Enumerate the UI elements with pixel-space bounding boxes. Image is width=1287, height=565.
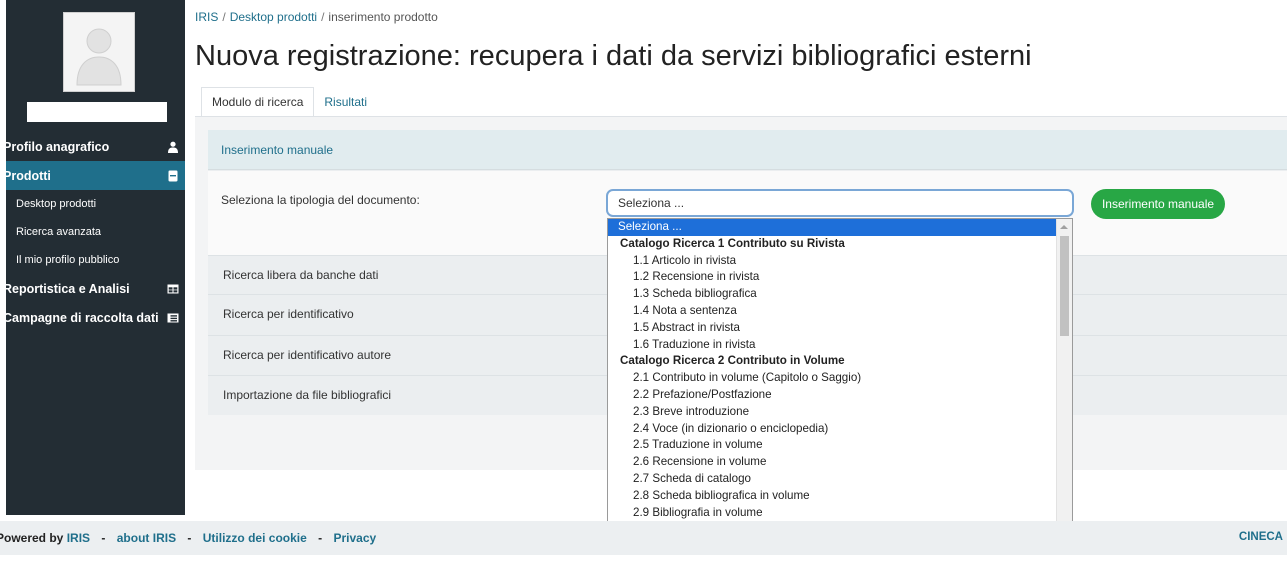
sidebar-item-prodotti[interactable]: Prodotti [3,161,185,190]
dropdown-option[interactable]: 2.1 Contributo in volume (Capitolo o Sag… [608,370,1057,387]
dropdown-option[interactable]: 2.6 Recensione in volume [608,454,1057,471]
footer-link-about-iris[interactable]: about IRIS [117,531,176,545]
sidebar-item-campagne[interactable]: Campagne di raccolta dati [3,303,185,332]
sidebar: Profilo anagrafico Prodotti Desktop prod… [3,0,185,515]
dropdown-scrollbar[interactable] [1056,219,1072,553]
dropdown-optgroup: Catalogo Ricerca 2 Contributo in Volume [620,354,845,368]
dropdown-options: Seleziona ... Catalogo Ricerca 1 Contribu… [608,219,1057,553]
sidebar-item-label: Profilo anagrafico [3,139,110,154]
document-type-label: Seleziona la tipologia del documento: [221,193,420,207]
footer-powered-by: Powered by [0,531,64,545]
tab-bar: Modulo di ricerca Risultati [201,87,377,117]
dropdown-option[interactable]: 2.2 Prefazione/Postfazione [608,387,1057,404]
sidebar-nav: Profilo anagrafico Prodotti Desktop prod… [3,132,185,332]
dropdown-option[interactable]: 2.4 Voce (in dizionario o enciclopedia) [608,421,1057,438]
breadcrumb-separator: / [222,10,226,24]
footer-link-iris[interactable]: IRIS [67,531,90,545]
dropdown-option[interactable]: 2.7 Scheda di catalogo [608,471,1057,488]
card-header-inserimento-manuale[interactable]: Inserimento manuale [208,130,1287,170]
sidebar-subitem-desktop-prodotti[interactable]: Desktop prodotti [6,190,185,218]
book-icon [168,170,178,182]
username-box [27,102,167,122]
manual-entry-button[interactable]: Inserimento manuale [1091,189,1225,219]
footer-brand-cineca[interactable]: CINECA [1239,531,1283,543]
sidebar-item-profilo[interactable]: Profilo anagrafico [3,132,185,161]
scroll-up-arrow-icon[interactable] [1060,225,1068,229]
footer-link-cookies[interactable]: Utilizzo dei cookie [203,531,307,545]
dropdown-option[interactable]: 1.6 Traduzione in rivista [608,337,1057,354]
sidebar-item-label: Campagne di raccolta dati [3,310,159,325]
footer-separator: - [318,531,323,545]
breadcrumb-separator: / [321,10,325,24]
dropdown-option[interactable]: 1.2 Recensione in rivista [608,269,1057,286]
dropdown-optgroup: Catalogo Ricerca 1 Contributo su Rivista [620,236,845,250]
dropdown-option[interactable]: 1.4 Nota a sentenza [608,303,1057,320]
document-type-select[interactable]: Seleziona ... [606,189,1074,217]
list-icon [167,313,179,323]
footer-separator: - [187,531,192,545]
dropdown-option[interactable]: 2.3 Breve introduzione [608,404,1057,421]
tab-modulo-di-ricerca[interactable]: Modulo di ricerca [201,87,315,117]
dropdown-option[interactable]: 1.5 Abstract in rivista [608,320,1057,337]
footer: Powered by IRIS - about IRIS - Utilizzo … [0,521,1287,555]
user-icon [168,141,178,153]
dropdown-option[interactable]: Seleziona ... [608,219,1057,236]
dropdown-option[interactable]: 1.3 Scheda bibliografica [608,286,1057,303]
footer-separator: - [101,531,106,545]
sidebar-item-label: Prodotti [3,168,51,183]
breadcrumb-link-iris[interactable]: IRIS [195,10,218,24]
dropdown-option[interactable]: 2.8 Scheda bibliografica in volume [608,488,1057,505]
breadcrumb-link-desktop-prodotti[interactable]: Desktop prodotti [230,10,317,24]
dropdown-option[interactable]: 2.5 Traduzione in volume [608,437,1057,454]
tab-risultati[interactable]: Risultati [314,87,377,117]
table-icon [167,284,179,294]
dropdown-option[interactable]: 1.1 Articolo in rivista [608,253,1057,270]
sidebar-subitem-profilo-pubblico[interactable]: Il mio profilo pubblico [6,246,185,274]
breadcrumb: IRIS / Desktop prodotti / inserimento prodot… [195,10,438,24]
avatar[interactable] [63,12,135,92]
footer-link-privacy[interactable]: Privacy [333,531,376,545]
document-type-dropdown-list[interactable]: Seleziona ... Catalogo Ricerca 1 Contribu… [607,218,1073,554]
sidebar-subitem-ricerca-avanzata[interactable]: Ricerca avanzata [6,218,185,246]
sidebar-item-reportistica[interactable]: Reportistica e Analisi [3,274,185,303]
page-title: Nuova registrazione: recupera i dati da … [195,40,1032,72]
scrollbar-thumb[interactable] [1060,236,1069,336]
user-silhouette-icon [76,28,122,86]
dropdown-option[interactable]: 2.9 Bibliografia in volume [608,505,1057,522]
breadcrumb-current: inserimento prodotto [328,10,438,24]
sidebar-item-label: Reportistica e Analisi [3,281,130,296]
